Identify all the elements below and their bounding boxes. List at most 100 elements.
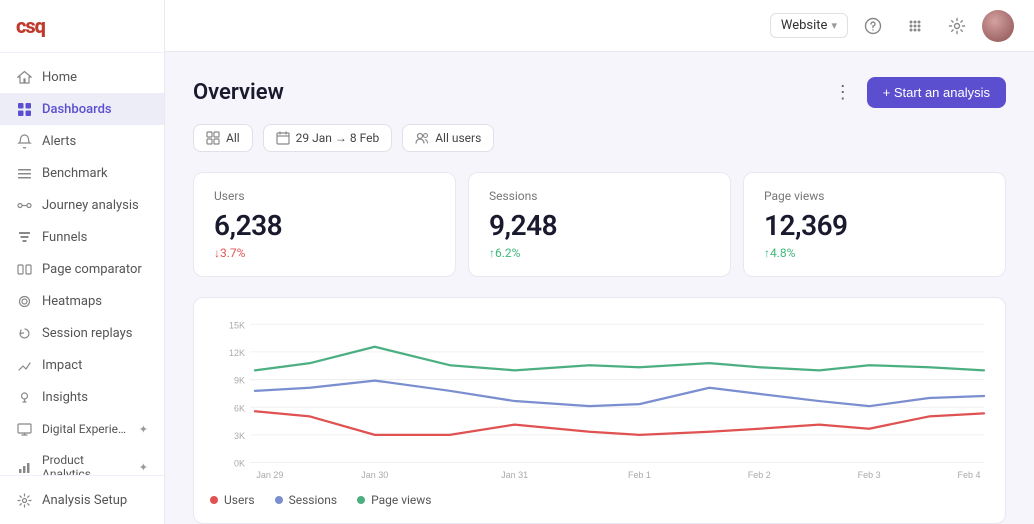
svg-text:9K: 9K bbox=[234, 376, 245, 386]
impact-icon bbox=[16, 357, 32, 373]
main: Website ▾ Overview ⋮ + Start an analysis bbox=[165, 0, 1034, 524]
users-metric-label: Users bbox=[214, 189, 435, 203]
sidebar-item-journey-analysis[interactable]: Journey analysis bbox=[0, 189, 164, 221]
user-avatar[interactable] bbox=[982, 10, 1014, 42]
website-selector[interactable]: Website ▾ bbox=[770, 13, 848, 38]
sidebar-item-product-analytics-label: Product Analytics bbox=[42, 453, 129, 475]
sidebar-item-funnels-label: Funnels bbox=[42, 230, 87, 245]
svg-text:15K: 15K bbox=[229, 320, 245, 330]
sidebar-item-digital-experience[interactable]: Digital Experience Monitor… ✦ bbox=[0, 413, 164, 445]
sidebar-item-journey-label: Journey analysis bbox=[42, 198, 139, 213]
start-analysis-label: + Start an analysis bbox=[883, 85, 990, 100]
legend-label-sessions: Sessions bbox=[289, 493, 337, 507]
sidebar-item-digital-label: Digital Experience Monitor… bbox=[42, 422, 129, 436]
sidebar-item-funnels[interactable]: Funnels bbox=[0, 221, 164, 253]
view-filter-label: All bbox=[226, 131, 240, 145]
sidebar-item-heatmaps[interactable]: Heatmaps bbox=[0, 285, 164, 317]
replay-icon bbox=[16, 325, 32, 341]
svg-text:Jan 30: Jan 30 bbox=[361, 470, 388, 480]
sidebar-item-alerts[interactable]: Alerts bbox=[0, 125, 164, 157]
sidebar-item-insights-label: Insights bbox=[42, 390, 88, 405]
users-filter-button[interactable]: All users bbox=[402, 124, 494, 152]
legend-dot-pageviews bbox=[357, 496, 365, 504]
journey-icon bbox=[16, 197, 32, 213]
grid-button[interactable] bbox=[898, 9, 932, 43]
legend-item-pageviews: Page views bbox=[357, 493, 431, 507]
legend-item-users: Users bbox=[210, 493, 255, 507]
compare-icon bbox=[16, 261, 32, 277]
product-badge: ✦ bbox=[139, 461, 148, 474]
metric-card-users: Users 6,238 ↓3.7% bbox=[193, 172, 456, 277]
benchmark-icon bbox=[16, 165, 32, 181]
topbar: Website ▾ bbox=[165, 0, 1034, 52]
sidebar-item-home[interactable]: Home bbox=[0, 61, 164, 93]
sidebar-item-analysis-setup-label: Analysis Setup bbox=[42, 493, 127, 508]
sidebar-item-session-replays[interactable]: Session replays bbox=[0, 317, 164, 349]
setup-icon bbox=[16, 492, 32, 508]
more-options-button[interactable]: ⋮ bbox=[827, 76, 859, 108]
settings-button[interactable] bbox=[940, 9, 974, 43]
chart-svg-container: 15K 12K 9K 6K 3K 0K Jan 29 Jan 30 Jan 31… bbox=[210, 314, 989, 483]
website-label: Website bbox=[781, 18, 828, 33]
dashboards-icon bbox=[16, 101, 32, 117]
content-header: Overview ⋮ + Start an analysis bbox=[193, 76, 1006, 108]
chart-legend: Users Sessions Page views bbox=[210, 483, 989, 507]
page-title: Overview bbox=[193, 80, 284, 105]
svg-text:3K: 3K bbox=[234, 431, 245, 441]
sidebar: csq Home Dashboards Alerts Benchmark bbox=[0, 0, 165, 524]
sidebar-item-heatmaps-label: Heatmaps bbox=[42, 294, 102, 309]
svg-text:Feb 4: Feb 4 bbox=[958, 470, 981, 480]
svg-text:Feb 3: Feb 3 bbox=[858, 470, 881, 480]
insights-icon bbox=[16, 389, 32, 405]
legend-dot-sessions bbox=[275, 496, 283, 504]
legend-dot-users bbox=[210, 496, 218, 504]
svg-text:Jan 29: Jan 29 bbox=[256, 470, 283, 480]
sidebar-nav: Home Dashboards Alerts Benchmark Journey bbox=[0, 53, 164, 475]
users-filter-icon bbox=[415, 131, 429, 145]
metric-card-sessions: Sessions 9,248 ↑6.2% bbox=[468, 172, 731, 277]
header-actions: ⋮ + Start an analysis bbox=[827, 76, 1006, 108]
metric-cards: Users 6,238 ↓3.7% Sessions 9,248 ↑6.2% P… bbox=[193, 172, 1006, 277]
sidebar-item-impact-label: Impact bbox=[42, 358, 82, 373]
sidebar-item-dashboards-label: Dashboards bbox=[42, 102, 112, 117]
pageviews-metric-change: ↑4.8% bbox=[764, 246, 985, 260]
sidebar-item-insights[interactable]: Insights bbox=[0, 381, 164, 413]
digital-badge: ✦ bbox=[139, 423, 148, 436]
logo: csq bbox=[0, 0, 164, 53]
sidebar-item-benchmark[interactable]: Benchmark bbox=[0, 157, 164, 189]
content-area: Overview ⋮ + Start an analysis All 29 Ja… bbox=[165, 52, 1034, 524]
svg-text:Feb 1: Feb 1 bbox=[628, 470, 651, 480]
funnels-icon bbox=[16, 229, 32, 245]
sidebar-item-analysis-setup[interactable]: Analysis Setup bbox=[0, 484, 164, 516]
sidebar-item-page-comparator-label: Page comparator bbox=[42, 262, 142, 277]
chart-area: 15K 12K 9K 6K 3K 0K Jan 29 Jan 30 Jan 31… bbox=[193, 297, 1006, 524]
start-analysis-button[interactable]: + Start an analysis bbox=[867, 77, 1006, 108]
date-filter-button[interactable]: 29 Jan → 8 Feb bbox=[263, 124, 393, 152]
calendar-icon bbox=[276, 131, 290, 145]
users-metric-value: 6,238 bbox=[214, 209, 435, 242]
users-metric-change: ↓3.7% bbox=[214, 246, 435, 260]
help-button[interactable] bbox=[856, 9, 890, 43]
sidebar-item-product-analytics[interactable]: Product Analytics ✦ bbox=[0, 445, 164, 475]
view-filter-icon bbox=[206, 131, 220, 145]
legend-label-users: Users bbox=[224, 493, 255, 507]
analytics-icon bbox=[16, 459, 32, 475]
sidebar-item-page-comparator[interactable]: Page comparator bbox=[0, 253, 164, 285]
sidebar-bottom: Analysis Setup bbox=[0, 475, 164, 524]
website-chevron-icon: ▾ bbox=[831, 19, 837, 32]
heatmap-icon bbox=[16, 293, 32, 309]
svg-text:Jan 31: Jan 31 bbox=[501, 470, 528, 480]
sidebar-item-impact[interactable]: Impact bbox=[0, 349, 164, 381]
sidebar-item-session-replays-label: Session replays bbox=[42, 326, 133, 341]
sessions-metric-label: Sessions bbox=[489, 189, 710, 203]
monitor-icon bbox=[16, 421, 32, 437]
date-filter-label: 29 Jan → 8 Feb bbox=[296, 131, 380, 145]
sidebar-item-dashboards[interactable]: Dashboards bbox=[0, 93, 164, 125]
chart-svg: 15K 12K 9K 6K 3K 0K Jan 29 Jan 30 Jan 31… bbox=[210, 314, 989, 483]
view-filter-button[interactable]: All bbox=[193, 124, 253, 152]
svg-text:0K: 0K bbox=[234, 459, 245, 469]
metric-card-pageviews: Page views 12,369 ↑4.8% bbox=[743, 172, 1006, 277]
pageviews-metric-label: Page views bbox=[764, 189, 985, 203]
more-options-icon: ⋮ bbox=[834, 82, 852, 103]
sessions-metric-value: 9,248 bbox=[489, 209, 710, 242]
